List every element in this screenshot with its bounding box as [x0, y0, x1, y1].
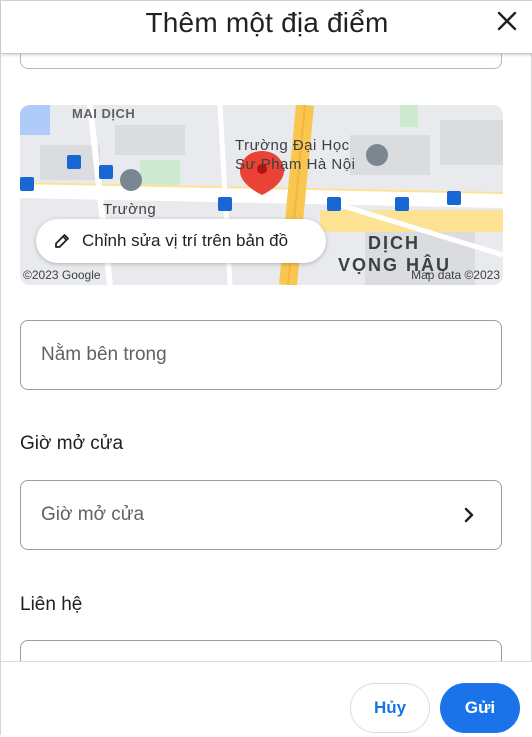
close-button[interactable]: [493, 7, 521, 35]
edit-pencil-icon: [55, 234, 69, 248]
add-place-dialog: Thêm một địa điểm MAI DỊCH Trường Đại Họ…: [0, 0, 532, 737]
cancel-button[interactable]: Hủy: [350, 683, 430, 733]
map-label-university-2: Sư Phạm Hà Nội: [235, 156, 356, 173]
map-copyright-data: Map data ©2023: [411, 268, 500, 282]
map-copyright-google: ©2023 Google: [23, 268, 101, 282]
map-label-school: Trường: [103, 201, 157, 218]
contact-field[interactable]: [20, 640, 502, 661]
dialog-title: Thêm một địa điểm: [145, 7, 389, 38]
previous-field[interactable]: [20, 53, 502, 69]
close-icon: [497, 11, 517, 31]
chevron-right-icon: [464, 507, 474, 523]
hours-section-label: Giờ mở cửa: [20, 433, 124, 454]
location-map[interactable]: MAI DỊCH Trường Đại Học Sư Phạm Hà Nội T…: [20, 105, 503, 285]
map-label-dich: DỊCH: [368, 233, 420, 253]
map-label-mai-dich: MAI DỊCH: [72, 106, 136, 121]
submit-button[interactable]: Gửi: [440, 683, 520, 733]
dialog-header: Thêm một địa điểm: [1, 1, 532, 54]
opening-hours-placeholder: Giờ mở cửa: [41, 504, 145, 525]
located-within-field[interactable]: Nằm bên trong: [20, 320, 502, 390]
form-scroll-area[interactable]: MAI DỊCH Trường Đại Học Sư Phạm Hà Nội T…: [1, 53, 532, 661]
map-label-university-1: Trường Đại Học: [235, 137, 350, 154]
contact-section-label: Liên hệ: [20, 594, 83, 615]
edit-location-label: Chỉnh sửa vị trí trên bản đồ: [82, 231, 289, 250]
edit-location-button[interactable]: Chỉnh sửa vị trí trên bản đồ: [36, 219, 326, 263]
dialog-footer: Hủy Gửi: [1, 661, 532, 737]
located-within-placeholder: Nằm bên trong: [41, 344, 167, 365]
opening-hours-field[interactable]: Giờ mở cửa: [20, 480, 502, 550]
